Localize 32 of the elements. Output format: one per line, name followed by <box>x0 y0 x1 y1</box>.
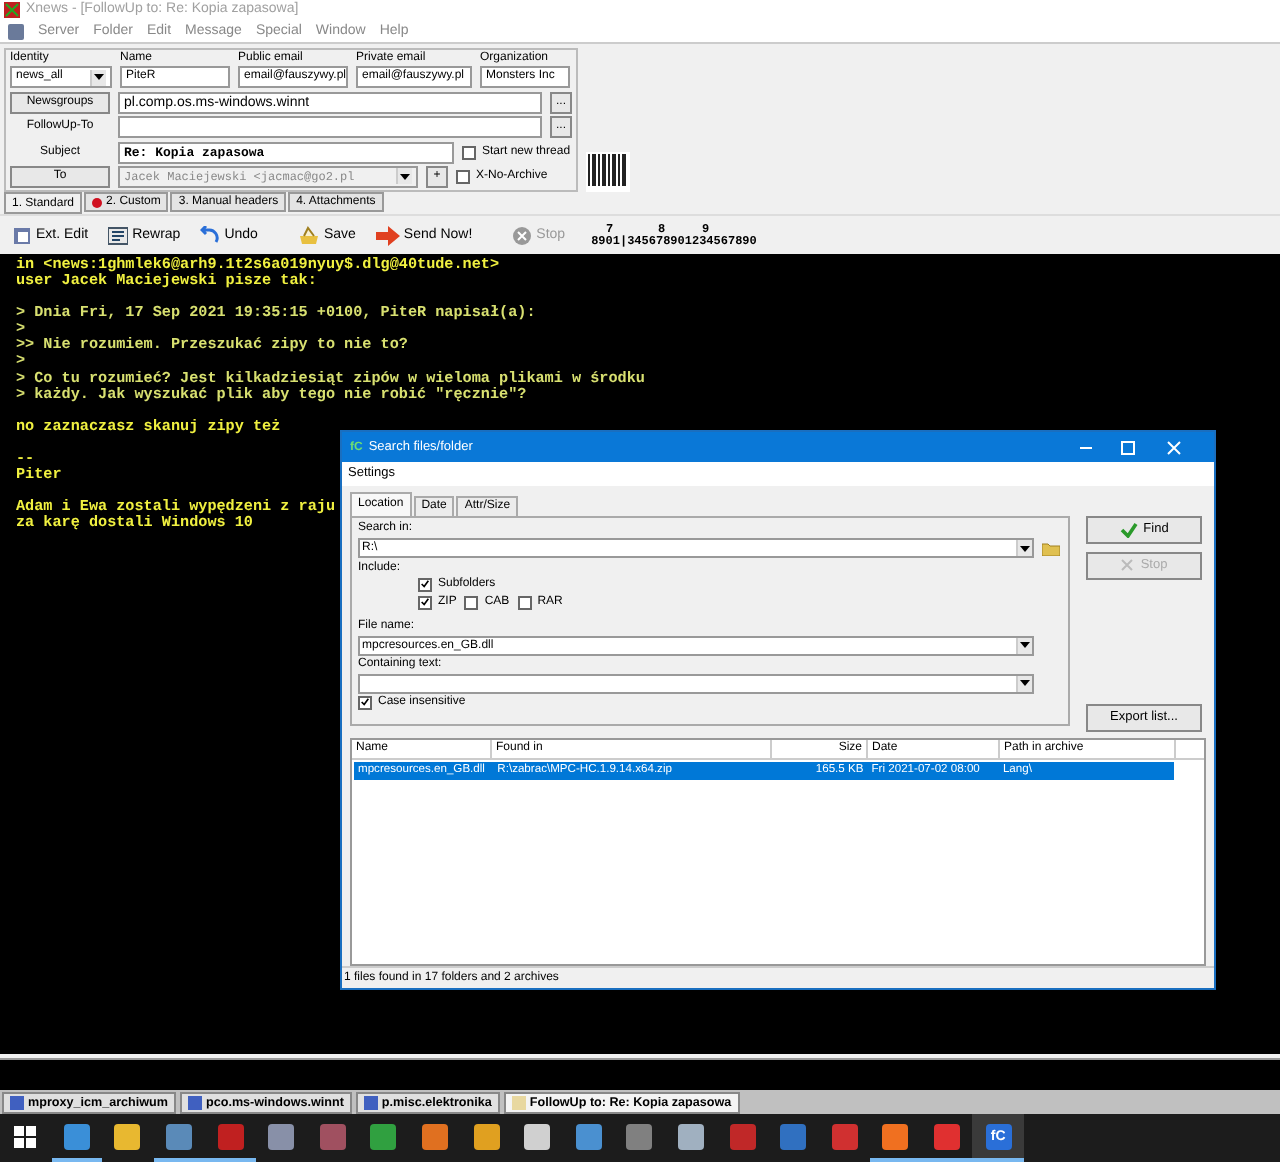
checkmark-icon <box>360 696 370 709</box>
barcode-icon <box>586 152 630 192</box>
checkbox[interactable] <box>418 577 432 592</box>
dropdown-caret-icon[interactable] <box>396 168 412 185</box>
checkbox[interactable] <box>517 595 532 610</box>
dropdown-caret-icon[interactable] <box>1016 540 1032 557</box>
save-icon <box>297 225 320 245</box>
checkbox[interactable] <box>456 169 470 184</box>
send-arrow-icon <box>375 225 400 245</box>
document-icon <box>363 1096 378 1110</box>
dropdown-caret-icon[interactable] <box>1016 637 1032 654</box>
document-icon <box>10 1096 24 1110</box>
stop-icon <box>1120 558 1135 573</box>
checkbox[interactable] <box>462 145 476 160</box>
edit-icon <box>12 225 32 245</box>
checkbox[interactable] <box>418 595 432 610</box>
followup-field[interactable] <box>118 116 542 139</box>
checkbox[interactable] <box>464 595 479 610</box>
four-squares-icon <box>14 1125 37 1147</box>
document-icon <box>511 1096 526 1110</box>
checkmark-icon <box>1119 521 1138 538</box>
text-wrap-icon <box>108 225 129 245</box>
app-logo-icon <box>4 2 20 18</box>
window-menu-icon[interactable] <box>8 23 24 39</box>
maximize-icon[interactable] <box>1120 439 1137 456</box>
close-icon[interactable] <box>1166 439 1183 456</box>
checkbox[interactable] <box>358 695 372 710</box>
dropdown-caret-icon[interactable] <box>90 69 106 85</box>
undo-icon <box>200 225 221 245</box>
dropdown-caret-icon[interactable] <box>1016 675 1032 692</box>
stop-icon <box>512 225 533 245</box>
document-icon <box>188 1096 202 1110</box>
